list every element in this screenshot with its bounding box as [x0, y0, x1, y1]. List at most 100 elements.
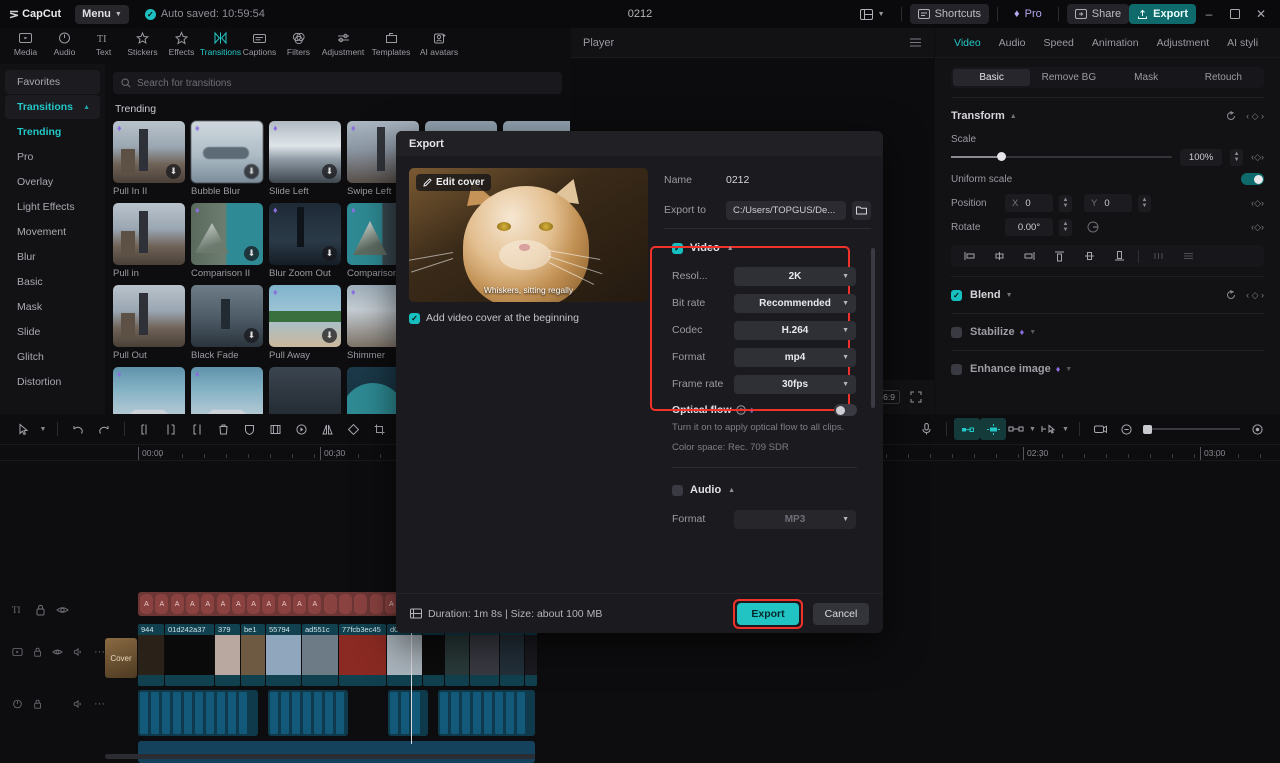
sidebar-item-basic[interactable]: Basic: [5, 270, 100, 294]
pro-button[interactable]: ♦ Pro: [1006, 4, 1050, 24]
horizontal-scrollbar[interactable]: [105, 754, 535, 759]
align-center-v-icon[interactable]: [1075, 247, 1103, 265]
transition-item[interactable]: ♦: [191, 367, 263, 414]
sidebar-item-trending[interactable]: Trending: [5, 120, 100, 144]
tab-animation[interactable]: Animation: [1083, 37, 1148, 49]
sidebar-item-transitions[interactable]: Transitions ▲: [5, 95, 100, 119]
audio-clip[interactable]: [438, 690, 535, 736]
mirror-icon[interactable]: [314, 418, 340, 440]
keyframe-control[interactable]: ‹◇›: [1251, 152, 1264, 163]
search-bar[interactable]: Search for transitions: [113, 72, 562, 94]
zoom-slider-knob[interactable]: [1143, 424, 1152, 434]
download-icon[interactable]: ⬇: [322, 164, 337, 179]
align-top-icon[interactable]: [1045, 247, 1073, 265]
more-icon[interactable]: ···: [94, 698, 105, 710]
transition-item[interactable]: ⬇ Black Fade: [191, 285, 263, 361]
dialog-cancel-button[interactable]: Cancel: [813, 602, 869, 625]
video-clip[interactable]: be1: [241, 624, 265, 686]
download-icon[interactable]: ⬇: [322, 328, 337, 343]
sidebar-item-light-effects[interactable]: Light Effects: [5, 195, 100, 219]
audio-clip[interactable]: [138, 690, 258, 736]
scale-value[interactable]: 100%: [1180, 148, 1223, 166]
distribute-h-icon[interactable]: [1144, 247, 1172, 265]
scale-stepper[interactable]: ▲ ▼: [1230, 148, 1244, 166]
cover-thumbnail[interactable]: Cover: [105, 638, 137, 678]
nav-item-effects[interactable]: Effects: [162, 28, 201, 62]
tab-speed[interactable]: Speed: [1035, 37, 1083, 49]
video-clip[interactable]: 55794: [266, 624, 301, 686]
video-clip[interactable]: 944: [138, 624, 164, 686]
sidebar-item-movement[interactable]: Movement: [5, 220, 100, 244]
distribute-v-icon[interactable]: [1174, 247, 1202, 265]
keyframe-control[interactable]: ‹◇›: [1251, 198, 1264, 209]
scale-slider[interactable]: [951, 152, 1173, 161]
lock-icon[interactable]: [33, 646, 42, 658]
download-icon[interactable]: ⬇: [322, 246, 337, 261]
trim-left-icon[interactable]: [158, 418, 184, 440]
video-clip[interactable]: [470, 624, 499, 686]
reset-icon[interactable]: [1225, 110, 1237, 122]
video-clip[interactable]: 01d242a37: [165, 624, 214, 686]
redo-icon[interactable]: [91, 418, 117, 440]
cursor-mode-icon[interactable]: [1039, 418, 1059, 440]
mute-icon[interactable]: [73, 646, 84, 658]
preview-icon[interactable]: [1087, 418, 1113, 440]
dialog-scrollbar[interactable]: [871, 248, 875, 408]
video-clip-group[interactable]: 94401d242a37379be155794ad551c77fcb3ec45d…: [138, 624, 538, 686]
audio-clip-secondary[interactable]: [138, 741, 535, 763]
download-icon[interactable]: ⬇: [166, 164, 181, 179]
enhance-image-checkbox[interactable]: [951, 363, 962, 375]
transition-thumbnail[interactable]: [269, 367, 341, 414]
zoom-slider[interactable]: [1143, 424, 1240, 434]
field-select[interactable]: mp4 ▼: [734, 347, 856, 367]
zoom-in-icon[interactable]: [1244, 418, 1270, 440]
export-button[interactable]: Export: [1129, 4, 1196, 24]
more-icon[interactable]: ···: [94, 646, 105, 658]
zoom-out-icon[interactable]: [1113, 418, 1139, 440]
dialog-export-button[interactable]: Export: [737, 602, 799, 625]
transition-item[interactable]: Pull Out: [113, 285, 185, 361]
audio-clip[interactable]: [268, 690, 348, 736]
rotate-stepper[interactable]: ▲ ▼: [1059, 218, 1072, 236]
nav-item-media[interactable]: Media: [6, 28, 45, 62]
align-left-icon[interactable]: [955, 247, 983, 265]
segment-retouch[interactable]: Retouch: [1185, 69, 1262, 86]
nav-item-templates[interactable]: Templates: [368, 28, 414, 62]
keyframe-control[interactable]: ‹◇›: [1251, 222, 1264, 233]
close-button[interactable]: ✕: [1248, 3, 1274, 25]
tab-ai-styli[interactable]: AI styli: [1218, 37, 1267, 49]
freeze-icon[interactable]: [288, 418, 314, 440]
link-icon[interactable]: [1006, 418, 1026, 440]
transition-thumbnail[interactable]: ♦⬇: [191, 121, 263, 183]
transition-item[interactable]: [269, 367, 341, 414]
chevron-up-icon[interactable]: ▲: [1010, 113, 1017, 120]
split-icon[interactable]: [132, 418, 158, 440]
transition-item[interactable]: ♦ ⬇ Blur Zoom Out: [269, 203, 341, 279]
audio-format-select[interactable]: MP3 ▼: [734, 509, 856, 529]
magnet-icon[interactable]: [954, 418, 980, 440]
sidebar-item-mask[interactable]: Mask: [5, 295, 100, 319]
sidebar-item-overlay[interactable]: Overlay: [5, 170, 100, 194]
shield-icon[interactable]: [236, 418, 262, 440]
align-right-icon[interactable]: [1015, 247, 1043, 265]
crop-frame-icon[interactable]: [262, 418, 288, 440]
audio-clip[interactable]: [388, 690, 428, 736]
lock-icon[interactable]: [35, 604, 46, 616]
nav-item-audio[interactable]: Audio: [45, 28, 84, 62]
position-x-field[interactable]: X 0: [1005, 194, 1053, 212]
video-clip[interactable]: 9e: [423, 624, 444, 686]
position-y-field[interactable]: Y 0: [1084, 194, 1132, 212]
add-cover-checkbox[interactable]: ✓: [409, 312, 420, 324]
field-select[interactable]: H.264 ▼: [734, 320, 856, 340]
blend-checkbox[interactable]: ✓: [951, 289, 962, 301]
transition-thumbnail[interactable]: ♦⬇: [269, 285, 341, 347]
transition-item[interactable]: ♦: [113, 367, 185, 414]
video-clip[interactable]: [525, 624, 537, 686]
transition-item[interactable]: ♦ ⬇ Bubble Blur: [191, 121, 263, 197]
auto-adsorb-icon[interactable]: [980, 418, 1006, 440]
sidebar-item-slide[interactable]: Slide: [5, 320, 100, 344]
lock-icon[interactable]: [33, 698, 42, 710]
maximize-button[interactable]: [1222, 3, 1248, 25]
tab-adjustment[interactable]: Adjustment: [1148, 37, 1219, 49]
rotate-icon[interactable]: [340, 418, 366, 440]
